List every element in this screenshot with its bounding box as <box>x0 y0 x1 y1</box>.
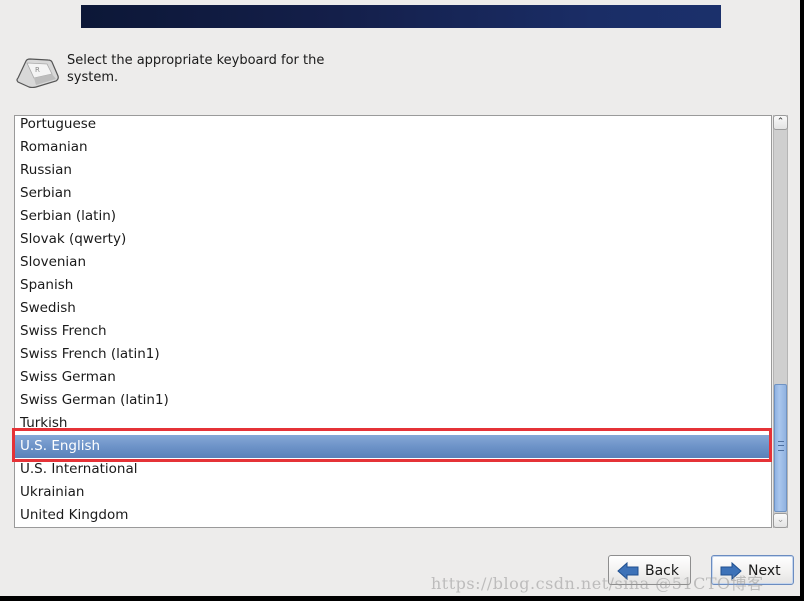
scroll-down-button[interactable]: ⌄ <box>773 513 788 528</box>
list-item[interactable]: Turkish <box>15 412 771 435</box>
installer-window: R Select the appropriate keyboard for th… <box>0 0 800 596</box>
list-item[interactable]: Ukrainian <box>15 481 771 504</box>
list-item[interactable]: Swedish <box>15 297 771 320</box>
chevron-up-icon: ⌃ <box>776 117 785 127</box>
list-item[interactable]: Serbian <box>15 182 771 205</box>
list-item[interactable]: Romanian <box>15 136 771 159</box>
list-item[interactable]: Slovenian <box>15 251 771 274</box>
list-item[interactable]: Slovak (qwerty) <box>15 228 771 251</box>
vertical-scrollbar[interactable]: ⌃ ⌄ <box>773 115 788 528</box>
list-item[interactable]: Swiss French <box>15 320 771 343</box>
back-button[interactable]: Back <box>608 555 691 585</box>
arrow-left-icon <box>617 561 639 581</box>
next-label: Next <box>748 563 781 579</box>
back-label: Back <box>645 563 679 579</box>
scrollbar-thumb[interactable] <box>774 384 787 512</box>
next-button[interactable]: Next <box>711 555 794 585</box>
list-item[interactable]: United Kingdom <box>15 504 771 527</box>
list-item[interactable]: Russian <box>15 159 771 182</box>
keyboard-key-icon: R <box>16 58 59 88</box>
arrow-right-icon <box>720 561 742 581</box>
scroll-up-button[interactable]: ⌃ <box>773 115 788 130</box>
chevron-down-icon: ⌄ <box>776 515 785 525</box>
list-item[interactable]: U.S. International <box>15 458 771 481</box>
grip-icon <box>778 441 784 451</box>
header-banner <box>81 5 721 28</box>
list-item[interactable]: Swiss German (latin1) <box>15 389 771 412</box>
list-item[interactable]: Swiss German <box>15 366 771 389</box>
list-item[interactable]: Serbian (latin) <box>15 205 771 228</box>
keyboard-listbox[interactable]: Portuguese Romanian Russian Serbian Serbian … <box>14 115 772 528</box>
list-item[interactable]: Spanish <box>15 274 771 297</box>
instruction-text: Select the appropriate keyboard for the … <box>67 53 325 85</box>
list-item[interactable]: Portuguese <box>15 116 771 136</box>
svg-text:R: R <box>35 66 40 74</box>
list-item[interactable]: Swiss French (latin1) <box>15 343 771 366</box>
list-item[interactable]: U.S. English <box>15 435 771 458</box>
